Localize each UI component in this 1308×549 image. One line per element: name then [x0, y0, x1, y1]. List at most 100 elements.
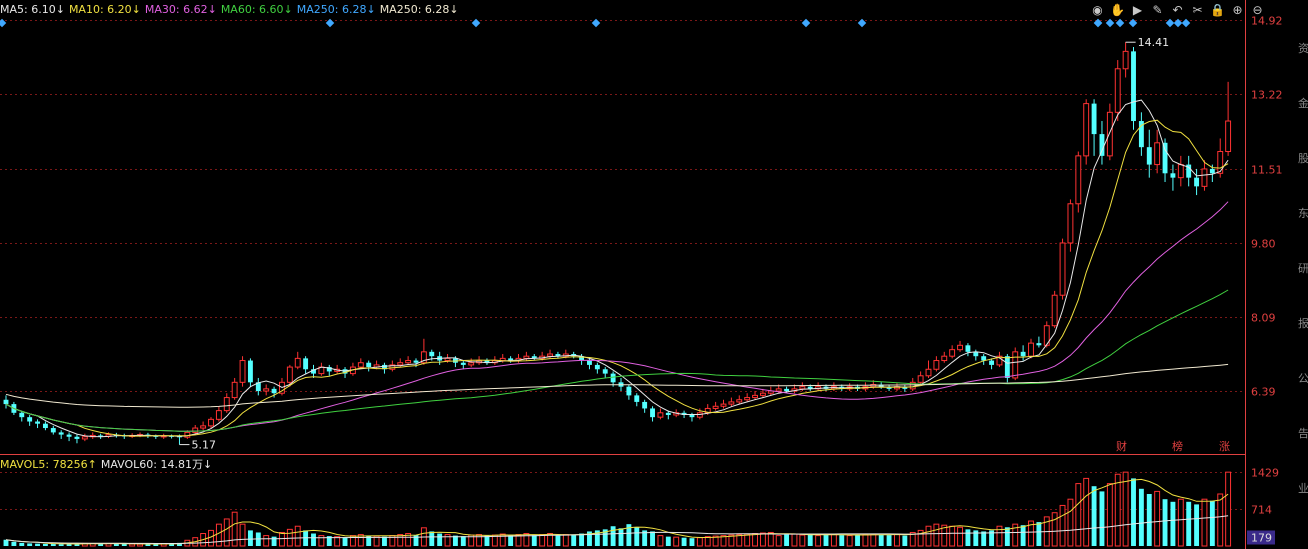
candle-body-33	[263, 388, 270, 392]
scissors-icon[interactable]: ✂	[1190, 3, 1205, 18]
candle-body-142	[1122, 50, 1129, 70]
candle-body-28	[223, 397, 230, 412]
vol-bar-89	[704, 536, 711, 547]
brush-icon[interactable]: ✎	[1150, 3, 1165, 18]
zoom-out-icon[interactable]: ⊖	[1250, 3, 1265, 18]
candle-body-79	[626, 386, 632, 396]
event-diamond-5	[857, 18, 867, 28]
candle-body-59	[468, 362, 475, 366]
vol-bar-6	[50, 544, 56, 546]
candle-body-54	[429, 351, 435, 357]
side-tab-3[interactable]: 东	[1298, 205, 1308, 221]
candle-body-147	[1162, 142, 1168, 174]
side-tab-1[interactable]: 金	[1298, 95, 1308, 111]
vol-bar-94	[744, 533, 751, 547]
vol-bar-34	[271, 536, 277, 546]
event-tag-limit-up[interactable]: 涨	[1219, 438, 1230, 454]
vol-bar-139	[1099, 491, 1105, 546]
candle-body-134	[1059, 242, 1066, 296]
vol-bar-127	[1004, 527, 1010, 546]
vol-bar-103	[815, 535, 822, 547]
undo-icon[interactable]: ↶	[1170, 3, 1185, 18]
candle-body-130	[1028, 342, 1034, 357]
vol-bar-28	[223, 518, 230, 547]
vol-bar-147	[1162, 499, 1168, 546]
candle-body-125	[989, 360, 995, 365]
side-tab-5[interactable]: 报	[1298, 315, 1308, 331]
ma250-line	[5, 363, 1229, 408]
event-diamond-2	[471, 18, 481, 28]
side-tab-7[interactable]: 告	[1298, 425, 1308, 441]
side-tab-2[interactable]: 股	[1298, 150, 1308, 166]
vol-bar-131	[1036, 522, 1042, 546]
candle-body-66	[523, 355, 530, 359]
candle-body-98	[775, 388, 782, 392]
vol-bar-118	[933, 523, 940, 547]
vol-bar-104	[823, 534, 829, 546]
vol-bar-68	[539, 534, 546, 547]
vol-bar-87	[689, 538, 695, 546]
candle-body-151	[1194, 177, 1200, 187]
candle-body-95	[752, 394, 758, 399]
candle-body-76	[602, 369, 608, 374]
vol-bar-124	[981, 531, 987, 546]
ma-legend-item-1: MA10: 6.20↓	[68, 3, 141, 16]
candle-body-69	[547, 353, 553, 357]
vol-bar-58	[460, 536, 466, 546]
vol-bar-1	[11, 541, 17, 546]
event-diamond-4	[801, 18, 811, 28]
vol-bar-64	[508, 535, 514, 546]
vol-bar-107	[846, 535, 853, 547]
hand-icon[interactable]: ✋	[1110, 3, 1125, 18]
vol-bar-122	[965, 529, 971, 546]
vol-bar-14	[113, 543, 119, 546]
candle-body-90	[712, 405, 719, 409]
ma5-line	[5, 99, 1229, 438]
vol-bar-140	[1106, 483, 1113, 547]
event-tag-ranking[interactable]: 榜	[1172, 438, 1183, 454]
volume-ma-legend: MAVOL5: 78256↑ MAVOL60: 14.81万↓	[0, 458, 216, 472]
eye-icon[interactable]: ◉	[1090, 3, 1105, 18]
candle-body-141	[1114, 68, 1121, 113]
candle-body-26	[208, 418, 214, 427]
vol-bar-146	[1154, 490, 1161, 547]
vol-bar-2	[19, 542, 25, 546]
candle-body-46	[366, 362, 372, 368]
play-icon[interactable]: ▶	[1130, 3, 1145, 18]
vol-bar-26	[208, 529, 214, 547]
side-tab-8[interactable]: 业	[1298, 480, 1308, 496]
vol-bar-117	[925, 525, 932, 547]
candle-body-25	[200, 425, 207, 429]
candle-body-149	[1177, 164, 1184, 179]
vol-bar-15	[121, 543, 127, 546]
vol-bar-36	[286, 528, 293, 547]
candle-body-82	[650, 408, 655, 418]
vol-bar-39	[311, 533, 316, 546]
side-panel-tabs[interactable]: 资金股东研报公告业	[1298, 0, 1308, 549]
side-tab-0[interactable]: 资	[1298, 40, 1308, 56]
vol-bar-153	[1209, 500, 1215, 546]
vol-bar-96	[759, 532, 766, 547]
vol-bar-82	[650, 531, 655, 546]
chart-toolbar: ◉ ✋ ▶ ✎ ↶ ✂ 🔒 ⊕ ⊖	[1090, 3, 1265, 19]
vol-bar-110	[870, 533, 877, 547]
vol-bar-113	[894, 533, 900, 547]
candle-body-31	[247, 360, 253, 383]
candle-body-116	[917, 375, 924, 383]
side-tab-6[interactable]: 公	[1298, 370, 1308, 386]
candle-body-45	[357, 362, 364, 368]
vol-bar-151	[1194, 504, 1200, 546]
price-tick-4: 13.22	[1251, 89, 1283, 102]
side-tab-4[interactable]: 研	[1298, 260, 1308, 276]
candle-body-83	[657, 412, 664, 418]
vol-bar-120	[949, 525, 956, 547]
price-tick-1: 8.09	[1251, 312, 1276, 325]
lock-icon[interactable]: 🔒	[1210, 3, 1225, 18]
event-tag-finance[interactable]: 财	[1116, 438, 1127, 454]
ma-legend-item-4: MA250: 6.28↓	[296, 3, 376, 16]
event-diamond-12	[1181, 18, 1191, 28]
candle-body-131	[1036, 343, 1042, 346]
vol-bar-55	[437, 533, 443, 546]
zoom-in-icon[interactable]: ⊕	[1230, 3, 1245, 18]
candle-body-56	[444, 357, 451, 362]
